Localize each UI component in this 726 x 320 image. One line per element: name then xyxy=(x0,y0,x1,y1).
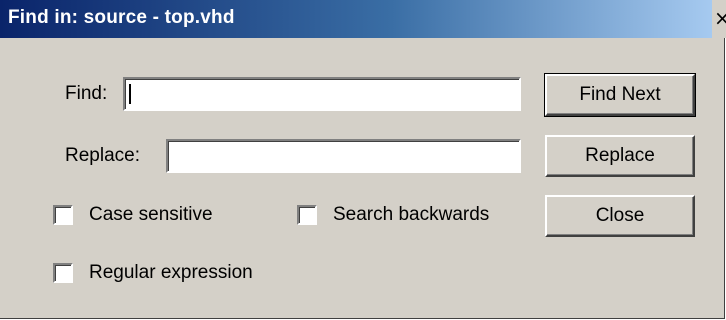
close-button-label: Close xyxy=(595,205,645,226)
close-window-button[interactable]: × xyxy=(712,0,726,38)
close-button[interactable]: Close xyxy=(545,195,695,237)
replace-button-label: Replace xyxy=(585,145,655,166)
replace-label: Replace: xyxy=(65,145,140,166)
window-title: Find in: source - top.vhd xyxy=(8,7,235,28)
find-replace-dialog: Find in: source - top.vhd × Find: Find N… xyxy=(0,0,726,319)
regular-expression-checkbox[interactable] xyxy=(53,263,73,283)
case-sensitive-label[interactable]: Case sensitive xyxy=(89,204,213,226)
search-backwards-checkbox[interactable] xyxy=(297,205,317,225)
replace-field[interactable] xyxy=(166,139,521,173)
text-caret xyxy=(129,84,131,104)
search-backwards-label[interactable]: Search backwards xyxy=(333,204,489,226)
find-field[interactable] xyxy=(123,77,521,111)
regular-expression-label[interactable]: Regular expression xyxy=(89,262,253,284)
find-input[interactable] xyxy=(129,81,513,105)
find-next-button[interactable]: Find Next xyxy=(544,73,696,117)
title-bar[interactable]: Find in: source - top.vhd xyxy=(0,0,712,38)
find-label: Find: xyxy=(65,83,108,104)
replace-input[interactable] xyxy=(172,143,513,167)
close-icon: × xyxy=(714,6,726,30)
case-sensitive-checkbox[interactable] xyxy=(53,205,73,225)
replace-button[interactable]: Replace xyxy=(545,135,695,177)
find-next-label: Find Next xyxy=(579,84,661,105)
